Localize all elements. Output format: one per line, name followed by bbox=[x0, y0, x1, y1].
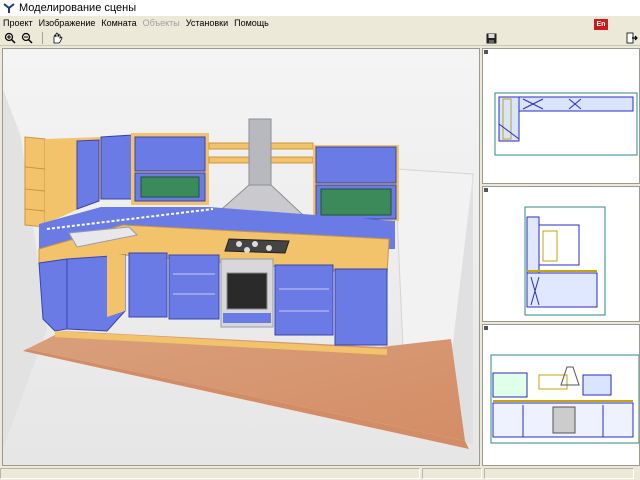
app-logo-icon bbox=[3, 3, 15, 13]
status-cell bbox=[0, 468, 420, 479]
menu-objects: Объекты bbox=[142, 18, 180, 28]
glass-panel bbox=[140, 176, 200, 198]
top-view-drawing bbox=[494, 92, 638, 156]
base-cabinet-side bbox=[107, 255, 125, 317]
elevation-hood bbox=[560, 366, 580, 386]
menu-help[interactable]: Помощь bbox=[231, 16, 272, 30]
elevation-detail bbox=[526, 272, 598, 308]
exit-icon bbox=[626, 32, 638, 44]
oven-window bbox=[226, 272, 268, 310]
menu-settings[interactable]: Установки bbox=[183, 16, 231, 30]
preview-panel bbox=[482, 48, 640, 466]
view-corner-marker bbox=[484, 326, 488, 330]
menu-image[interactable]: Изображение bbox=[36, 16, 99, 30]
elevation-detail bbox=[492, 372, 528, 398]
base-cabinet-drawers bbox=[274, 264, 334, 336]
zoom-out-button[interactable] bbox=[20, 31, 34, 45]
burner bbox=[236, 241, 242, 247]
kitchen-scene bbox=[3, 49, 479, 465]
zoom-in-button[interactable] bbox=[3, 31, 17, 45]
menu-bar: Проект Изображение Комната Объекты Устан… bbox=[0, 16, 640, 30]
app-window: Моделирование сцены Проект Изображение К… bbox=[0, 0, 640, 480]
elevation-oven bbox=[552, 406, 576, 434]
menu-room[interactable]: Комната bbox=[98, 16, 139, 30]
top-view-preview[interactable] bbox=[482, 48, 640, 184]
side-view-drawing bbox=[524, 206, 606, 316]
save-icon bbox=[486, 33, 496, 43]
burner bbox=[244, 247, 250, 253]
upper-cabinet-door bbox=[100, 134, 134, 200]
open-shelf-unit bbox=[24, 136, 46, 228]
view-corner-marker bbox=[484, 50, 488, 54]
base-cabinet-door bbox=[128, 252, 168, 318]
glass-panel bbox=[320, 188, 392, 216]
upper-cabinet-door bbox=[315, 146, 397, 184]
title-bar: Моделирование сцены bbox=[0, 0, 640, 16]
menu-project[interactable]: Проект bbox=[0, 16, 36, 30]
language-badge[interactable]: En bbox=[594, 19, 608, 30]
elevation-detail bbox=[582, 374, 612, 396]
side-view-preview[interactable] bbox=[482, 186, 640, 322]
burner bbox=[252, 241, 258, 247]
window-title: Моделирование сцены bbox=[19, 2, 137, 14]
front-view-preview[interactable] bbox=[482, 324, 640, 466]
zoom-in-icon bbox=[4, 32, 16, 44]
toolbar-separator bbox=[42, 31, 43, 44]
toolbar bbox=[0, 30, 640, 46]
elevation-detail bbox=[538, 374, 568, 390]
scene-3d-view[interactable] bbox=[2, 48, 480, 466]
hand-pan-icon bbox=[53, 31, 63, 43]
hood-chimney bbox=[248, 118, 272, 186]
status-cell bbox=[484, 468, 634, 479]
base-cabinet-door bbox=[334, 268, 388, 346]
upper-cabinet-door bbox=[76, 139, 100, 210]
upper-cabinet-door bbox=[134, 136, 206, 172]
exit-button[interactable] bbox=[625, 31, 639, 45]
burner bbox=[266, 245, 272, 251]
cabinet-row-left bbox=[498, 96, 520, 142]
oven-drawer bbox=[223, 313, 271, 323]
elevation-detail bbox=[542, 230, 558, 262]
zoom-out-icon bbox=[21, 32, 33, 44]
save-button[interactable] bbox=[484, 31, 498, 45]
view-corner-marker bbox=[484, 188, 488, 192]
status-cell bbox=[422, 468, 482, 479]
base-cabinet-drawers bbox=[168, 254, 220, 320]
front-view-drawing bbox=[490, 354, 639, 444]
status-bar bbox=[0, 468, 640, 480]
pan-button[interactable] bbox=[50, 31, 64, 45]
